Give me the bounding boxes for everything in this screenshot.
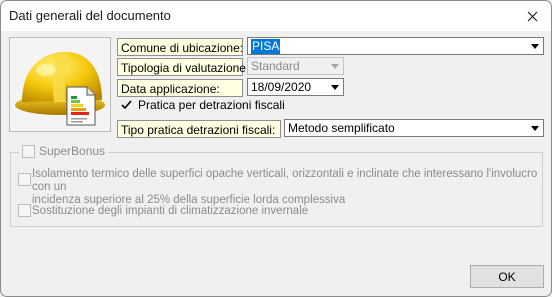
superbonus-group-title[interactable]: SuperBonus: [19, 144, 109, 158]
energy-certificate-icon: [66, 86, 96, 126]
close-button[interactable]: [517, 3, 547, 29]
tipo-pratica-value: Metodo semplificato: [288, 121, 395, 135]
data-value: 18/09/2020: [251, 80, 312, 94]
pratica-checkbox-label: Pratica per detrazioni fiscali: [138, 98, 285, 112]
chevron-down-icon: [527, 121, 542, 136]
tipologia-value: Standard: [251, 59, 300, 73]
chevron-down-icon: [327, 59, 342, 74]
isolamento-checkbox-row[interactable]: Isolamento termico delle superfici opach…: [18, 168, 551, 207]
chevron-down-icon: [327, 80, 342, 95]
isolamento-checkbox[interactable]: [18, 173, 31, 186]
isolamento-text: Isolamento termico delle superfici opach…: [32, 168, 551, 207]
window-title: Dati generali del documento: [9, 8, 171, 23]
superbonus-label: SuperBonus: [39, 144, 106, 158]
data-datepicker[interactable]: 18/09/2020: [247, 78, 344, 96]
comune-value: PISA: [251, 39, 281, 54]
tipo-pratica-label: Tipo pratica detrazioni fiscali:: [117, 120, 281, 138]
comune-label: Comune di ubicazione:: [117, 38, 243, 56]
isolamento-line-1: Isolamento termico delle superfici opach…: [32, 168, 538, 193]
ok-button[interactable]: OK: [470, 265, 544, 288]
check-icon: [121, 100, 132, 110]
dialog-window: Dati generali del documento Comune di ub…: [0, 0, 552, 297]
sostituzione-checkbox-row[interactable]: Sostituzione degli impianti di climatizz…: [18, 204, 308, 217]
tipo-pratica-select[interactable]: Metodo semplificato: [284, 119, 544, 137]
document-illustration: [9, 37, 111, 132]
tipologia-label: Tipologia di valutazione:: [117, 58, 249, 76]
pratica-checkbox-row[interactable]: Pratica per detrazioni fiscali: [120, 98, 285, 112]
tipologia-select: Standard: [247, 57, 344, 75]
data-label: Data applicazione:: [117, 79, 243, 97]
title-bar: Dati generali del documento: [1, 1, 551, 31]
pratica-checkbox[interactable]: [120, 99, 133, 112]
close-icon: [527, 11, 537, 21]
sostituzione-label: Sostituzione degli impianti di climatizz…: [32, 204, 309, 217]
chevron-down-icon: [527, 39, 542, 54]
sostituzione-checkbox[interactable]: [18, 204, 31, 217]
comune-select[interactable]: PISA: [247, 37, 544, 55]
superbonus-checkbox[interactable]: [22, 144, 35, 158]
